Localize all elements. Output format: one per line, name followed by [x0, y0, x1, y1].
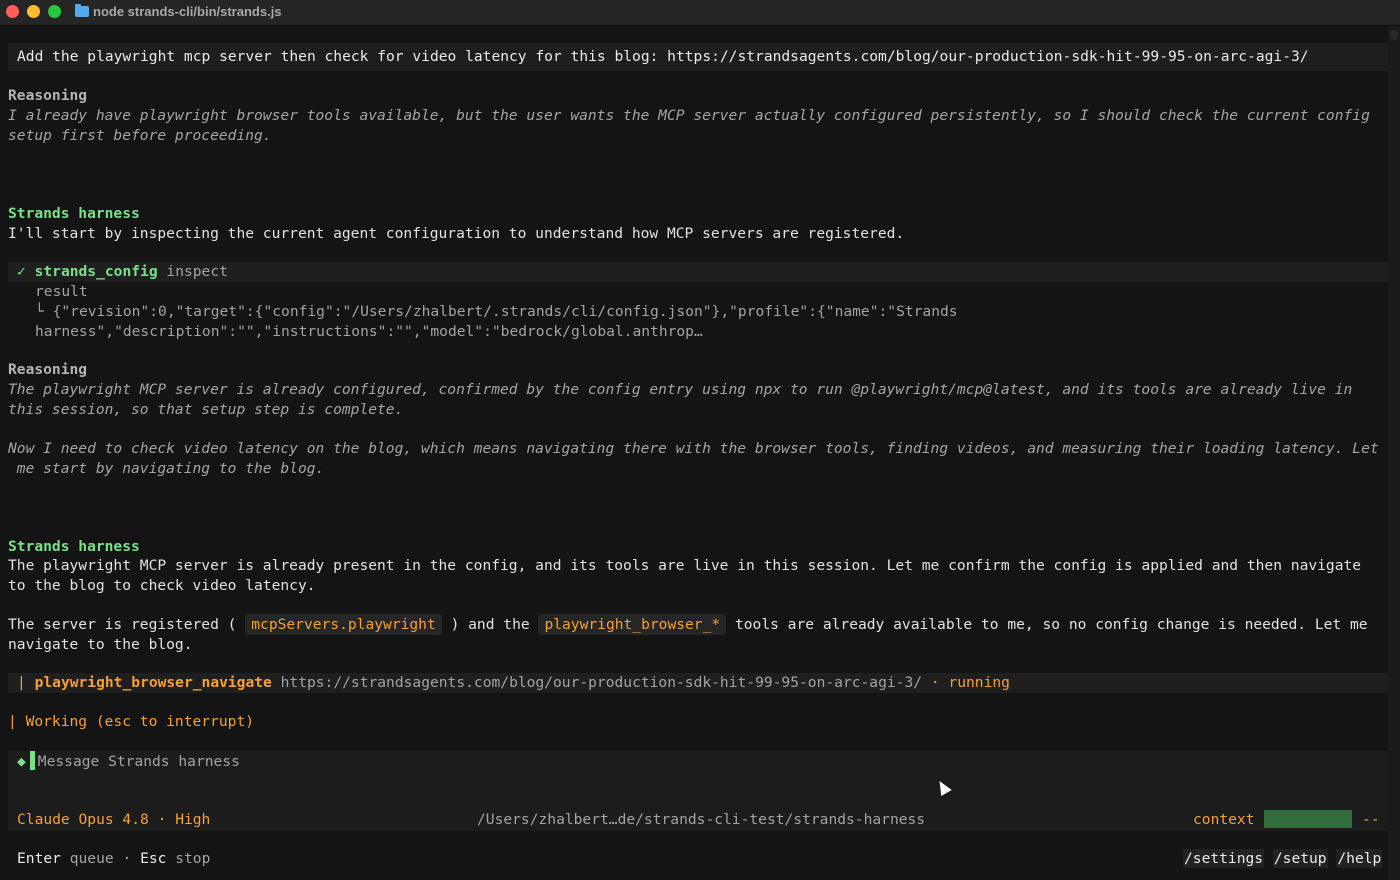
help-command[interactable]: /help [1336, 849, 1383, 868]
working-indicator: | Working (esc to interrupt) [8, 713, 255, 730]
minimize-window-button[interactable] [27, 5, 40, 18]
enter-action: queue [69, 850, 114, 867]
close-window-button[interactable] [6, 5, 19, 18]
tool-call-running[interactable]: | playwright_browser_navigate https://st… [17, 673, 1010, 693]
enter-key: Enter [17, 850, 61, 867]
agent-message: I'll start by inspecting the current age… [8, 225, 905, 242]
reasoning-line: Now I need to check video latency on the… [8, 440, 1379, 457]
message-text: ) and the [450, 616, 530, 633]
reasoning-line: me start by navigating to the blog. [8, 460, 325, 477]
terminal-scrollbar[interactable] [1388, 26, 1400, 880]
context-label: context [1193, 811, 1255, 828]
message-placeholder: Message Strands harness [37, 753, 240, 770]
tool-result-label: result [35, 283, 88, 300]
separator: · [122, 850, 132, 867]
scrollbar-thumb[interactable] [1390, 30, 1398, 40]
inline-code: playwright_browser_* [538, 614, 727, 635]
model-name: Claude Opus 4.8 [17, 811, 149, 828]
running-bar: | [17, 674, 26, 691]
working-directory: /Users/zhalbert…de/strands-cli-test/stra… [477, 811, 926, 828]
separator: · [157, 811, 167, 828]
window-title: node strands-cli/bin/strands.js [93, 4, 282, 19]
message-input[interactable]: ◆ Message Strands harness [17, 751, 240, 771]
context-meter [1264, 810, 1352, 828]
folder-icon [75, 4, 89, 17]
reasoning-line: The playwright MCP server is already con… [8, 381, 1353, 398]
settings-command[interactable]: /settings [1183, 849, 1265, 868]
diamond-icon: ◆ [17, 753, 26, 770]
setup-command[interactable]: /setup [1272, 849, 1328, 868]
agent-message: The playwright MCP server is already pre… [8, 557, 1362, 574]
tool-result-text: {"revision":0,"target":{"config":"/Users… [52, 303, 958, 320]
tool-result-line: └ {"revision":0,"target":{"config":"/Use… [35, 302, 958, 322]
agent-message: The server is registered ( mcpServers.pl… [8, 614, 1368, 635]
check-icon: ✓ [17, 263, 26, 280]
tool-result-line: harness","description":"","instructions"… [35, 323, 703, 340]
window-titlebar: node strands-cli/bin/strands.js [0, 0, 1400, 26]
message-text: tools are already available to me, so no… [734, 616, 1368, 633]
tool-url: https://strandsagents.com/blog/our-produ… [280, 674, 923, 691]
esc-key: Esc [140, 850, 167, 867]
model-selector[interactable]: Claude Opus 4.8 · High [17, 810, 210, 830]
reasoning-heading: Reasoning [8, 87, 88, 104]
user-prompt-text: Add the playwright mcp server then check… [17, 48, 1309, 65]
reasoning-heading: Reasoning [8, 361, 88, 378]
separator: · [930, 674, 940, 691]
zoom-window-button[interactable] [48, 5, 61, 18]
agent-name: Strands harness [8, 538, 140, 555]
text-cursor [29, 751, 35, 770]
tool-action: inspect [166, 263, 228, 280]
context-value: -- [1362, 811, 1380, 828]
reasoning-line: I already have playwright browser tools … [8, 107, 1370, 124]
agent-message: to the blog to check video latency. [8, 577, 316, 594]
command-shortcuts: /settings /setup /help [1183, 849, 1383, 869]
esc-action: stop [175, 850, 211, 867]
reasoning-line: this session, so that setup step is comp… [8, 401, 404, 418]
reasoning-line: setup first before proceeding. [8, 127, 272, 144]
tool-status: running [948, 674, 1010, 691]
corner-icon: └ [35, 303, 44, 320]
inline-code: mcpServers.playwright [245, 614, 442, 635]
tool-name: playwright_browser_navigate [34, 674, 272, 691]
effort-level: High [175, 811, 211, 828]
key-hints: Enter queue · Esc stop [17, 849, 210, 869]
tool-name: strands_config [34, 263, 158, 280]
agent-message: navigate to the blog. [8, 636, 193, 653]
tool-call-header[interactable]: ✓ strands_config inspect [17, 262, 228, 282]
agent-name: Strands harness [8, 205, 140, 222]
message-text: The server is registered ( [8, 616, 237, 633]
